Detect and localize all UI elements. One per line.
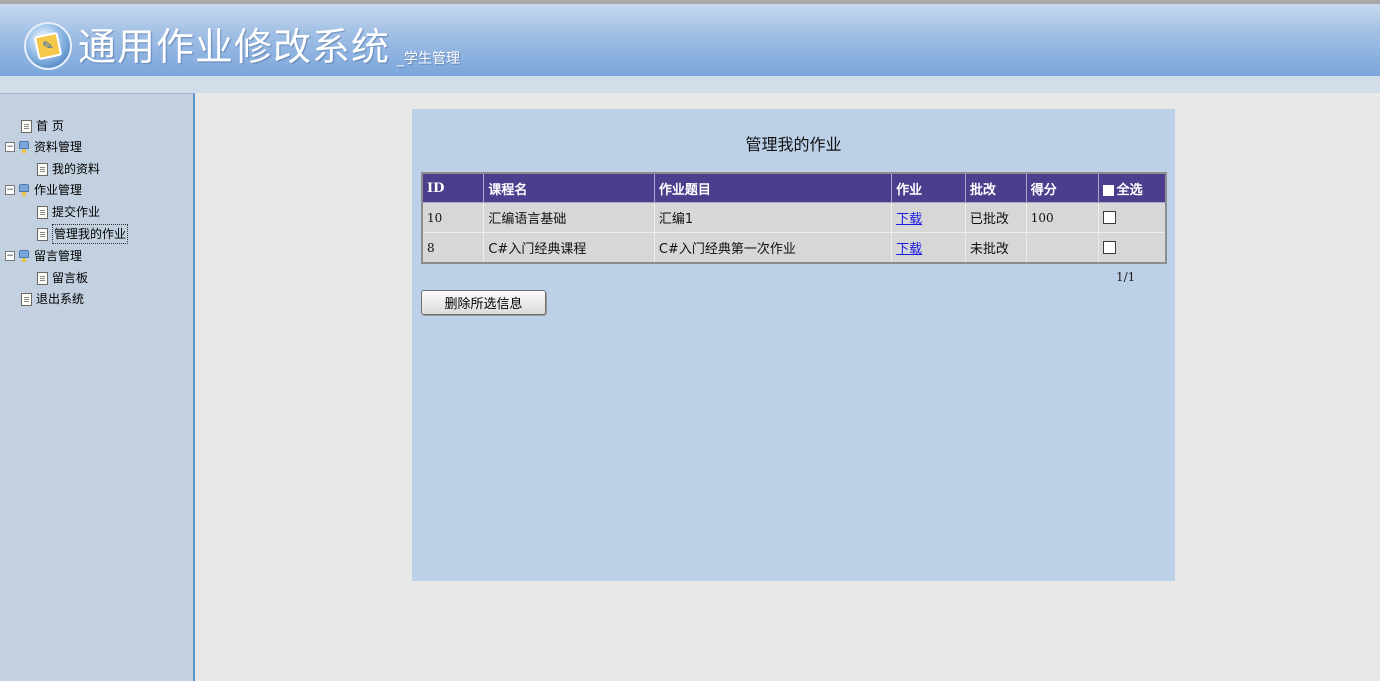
collapse-icon[interactable]: − [5, 142, 15, 152]
folder-icon [19, 184, 29, 196]
select-all-label: 全选 [1116, 182, 1143, 198]
app-header: ✎ 通用作业修改系统 _学生管理 [0, 0, 1380, 76]
page-title: 管理我的作业 [745, 135, 842, 154]
app-logo-icon: ✎ [24, 22, 72, 70]
download-link[interactable]: 下载 [896, 212, 922, 227]
select-all-header[interactable]: 全选 [1097, 172, 1167, 203]
sidebar-item-label: 留言管理 [34, 249, 83, 263]
cell-file: 下载 [891, 202, 966, 233]
cell-score: 100 [1025, 202, 1099, 233]
cell-select [1097, 202, 1167, 233]
sidebar-item-logout[interactable]: 退出系统 [21, 290, 84, 308]
content-panel: 管理我的作业 ID 课程名 作业题目 作业 批改 得分 全选 10 汇编语言基础… [412, 109, 1175, 581]
sidebar-item-message-management[interactable]: − 留言管理 [5, 247, 82, 265]
sidebar-item-label: 我的资料 [52, 162, 101, 176]
sidebar-nav: 首 页 − 资料管理 我的资料 − 作业管理 提交作业 管理我的作业 − 留言管… [0, 93, 195, 681]
table-header-row: ID 课程名 作业题目 作业 批改 得分 全选 [421, 172, 1167, 203]
cell-id: 8 [421, 232, 485, 264]
sidebar-item-label: 资料管理 [34, 140, 83, 154]
collapse-icon[interactable]: − [5, 251, 15, 261]
delete-selected-button[interactable]: 删除所选信息 [421, 290, 546, 315]
column-header-id: ID [421, 172, 485, 203]
cell-status: 未批改 [964, 232, 1027, 264]
sidebar-item-manage-my-homework[interactable]: 管理我的作业 [37, 224, 129, 244]
collapse-icon[interactable]: − [5, 185, 15, 195]
cell-course: 汇编语言基础 [483, 202, 655, 233]
cell-course: C#入门经典课程 [483, 232, 655, 264]
row-checkbox[interactable] [1102, 241, 1116, 254]
column-header-status: 批改 [964, 172, 1027, 203]
sidebar-item-label: 留言板 [52, 271, 89, 285]
cell-topic: C#入门经典第一次作业 [653, 232, 893, 264]
app-title: 通用作业修改系统 [78, 25, 391, 69]
sidebar-item-home[interactable]: 首 页 [21, 117, 64, 135]
cell-score [1025, 232, 1099, 264]
pencil-icon: ✎ [33, 31, 63, 61]
cell-select [1097, 232, 1167, 264]
folder-icon [19, 141, 29, 153]
download-link[interactable]: 下载 [896, 242, 922, 257]
cell-status: 已批改 [964, 202, 1027, 233]
page-icon [37, 162, 48, 176]
sidebar-item-submit-homework[interactable]: 提交作业 [37, 203, 100, 221]
sidebar-item-profile-management[interactable]: − 资料管理 [5, 138, 82, 156]
sidebar-item-my-profile[interactable]: 我的资料 [37, 160, 100, 178]
folder-icon [19, 250, 29, 262]
cell-id: 10 [421, 202, 485, 233]
cell-topic: 汇编1 [653, 202, 893, 233]
homework-table: ID 课程名 作业题目 作业 批改 得分 全选 10 汇编语言基础 汇编1 下载… [421, 172, 1167, 264]
column-header-course: 课程名 [483, 172, 655, 203]
page-icon [37, 205, 48, 219]
table-row: 8 C#入门经典课程 C#入门经典第一次作业 下载 未批改 [421, 232, 1167, 264]
sidebar-item-label: 管理我的作业 [52, 224, 129, 244]
column-header-score: 得分 [1025, 172, 1099, 203]
select-all-checkbox[interactable] [1102, 184, 1114, 196]
sidebar-item-message-board[interactable]: 留言板 [37, 269, 88, 287]
page-icon [21, 119, 32, 133]
page-icon [21, 292, 32, 306]
sidebar-item-homework-management[interactable]: − 作业管理 [5, 181, 82, 199]
sidebar-item-label: 提交作业 [52, 205, 101, 219]
sidebar-item-label: 首 页 [36, 119, 64, 133]
sidebar-item-label: 退出系统 [36, 292, 85, 306]
page-icon [37, 271, 48, 285]
column-header-topic: 作业题目 [653, 172, 893, 203]
app-subtitle: _学生管理 [397, 51, 460, 67]
header-strip [0, 76, 1380, 93]
sidebar-item-label: 作业管理 [34, 183, 83, 197]
column-header-file: 作业 [891, 172, 966, 203]
cell-file: 下载 [891, 232, 966, 264]
pagination-indicator: 1/1 [1116, 270, 1136, 284]
table-row: 10 汇编语言基础 汇编1 下载 已批改 100 [421, 202, 1167, 233]
row-checkbox[interactable] [1102, 211, 1116, 224]
page-icon [37, 227, 48, 241]
